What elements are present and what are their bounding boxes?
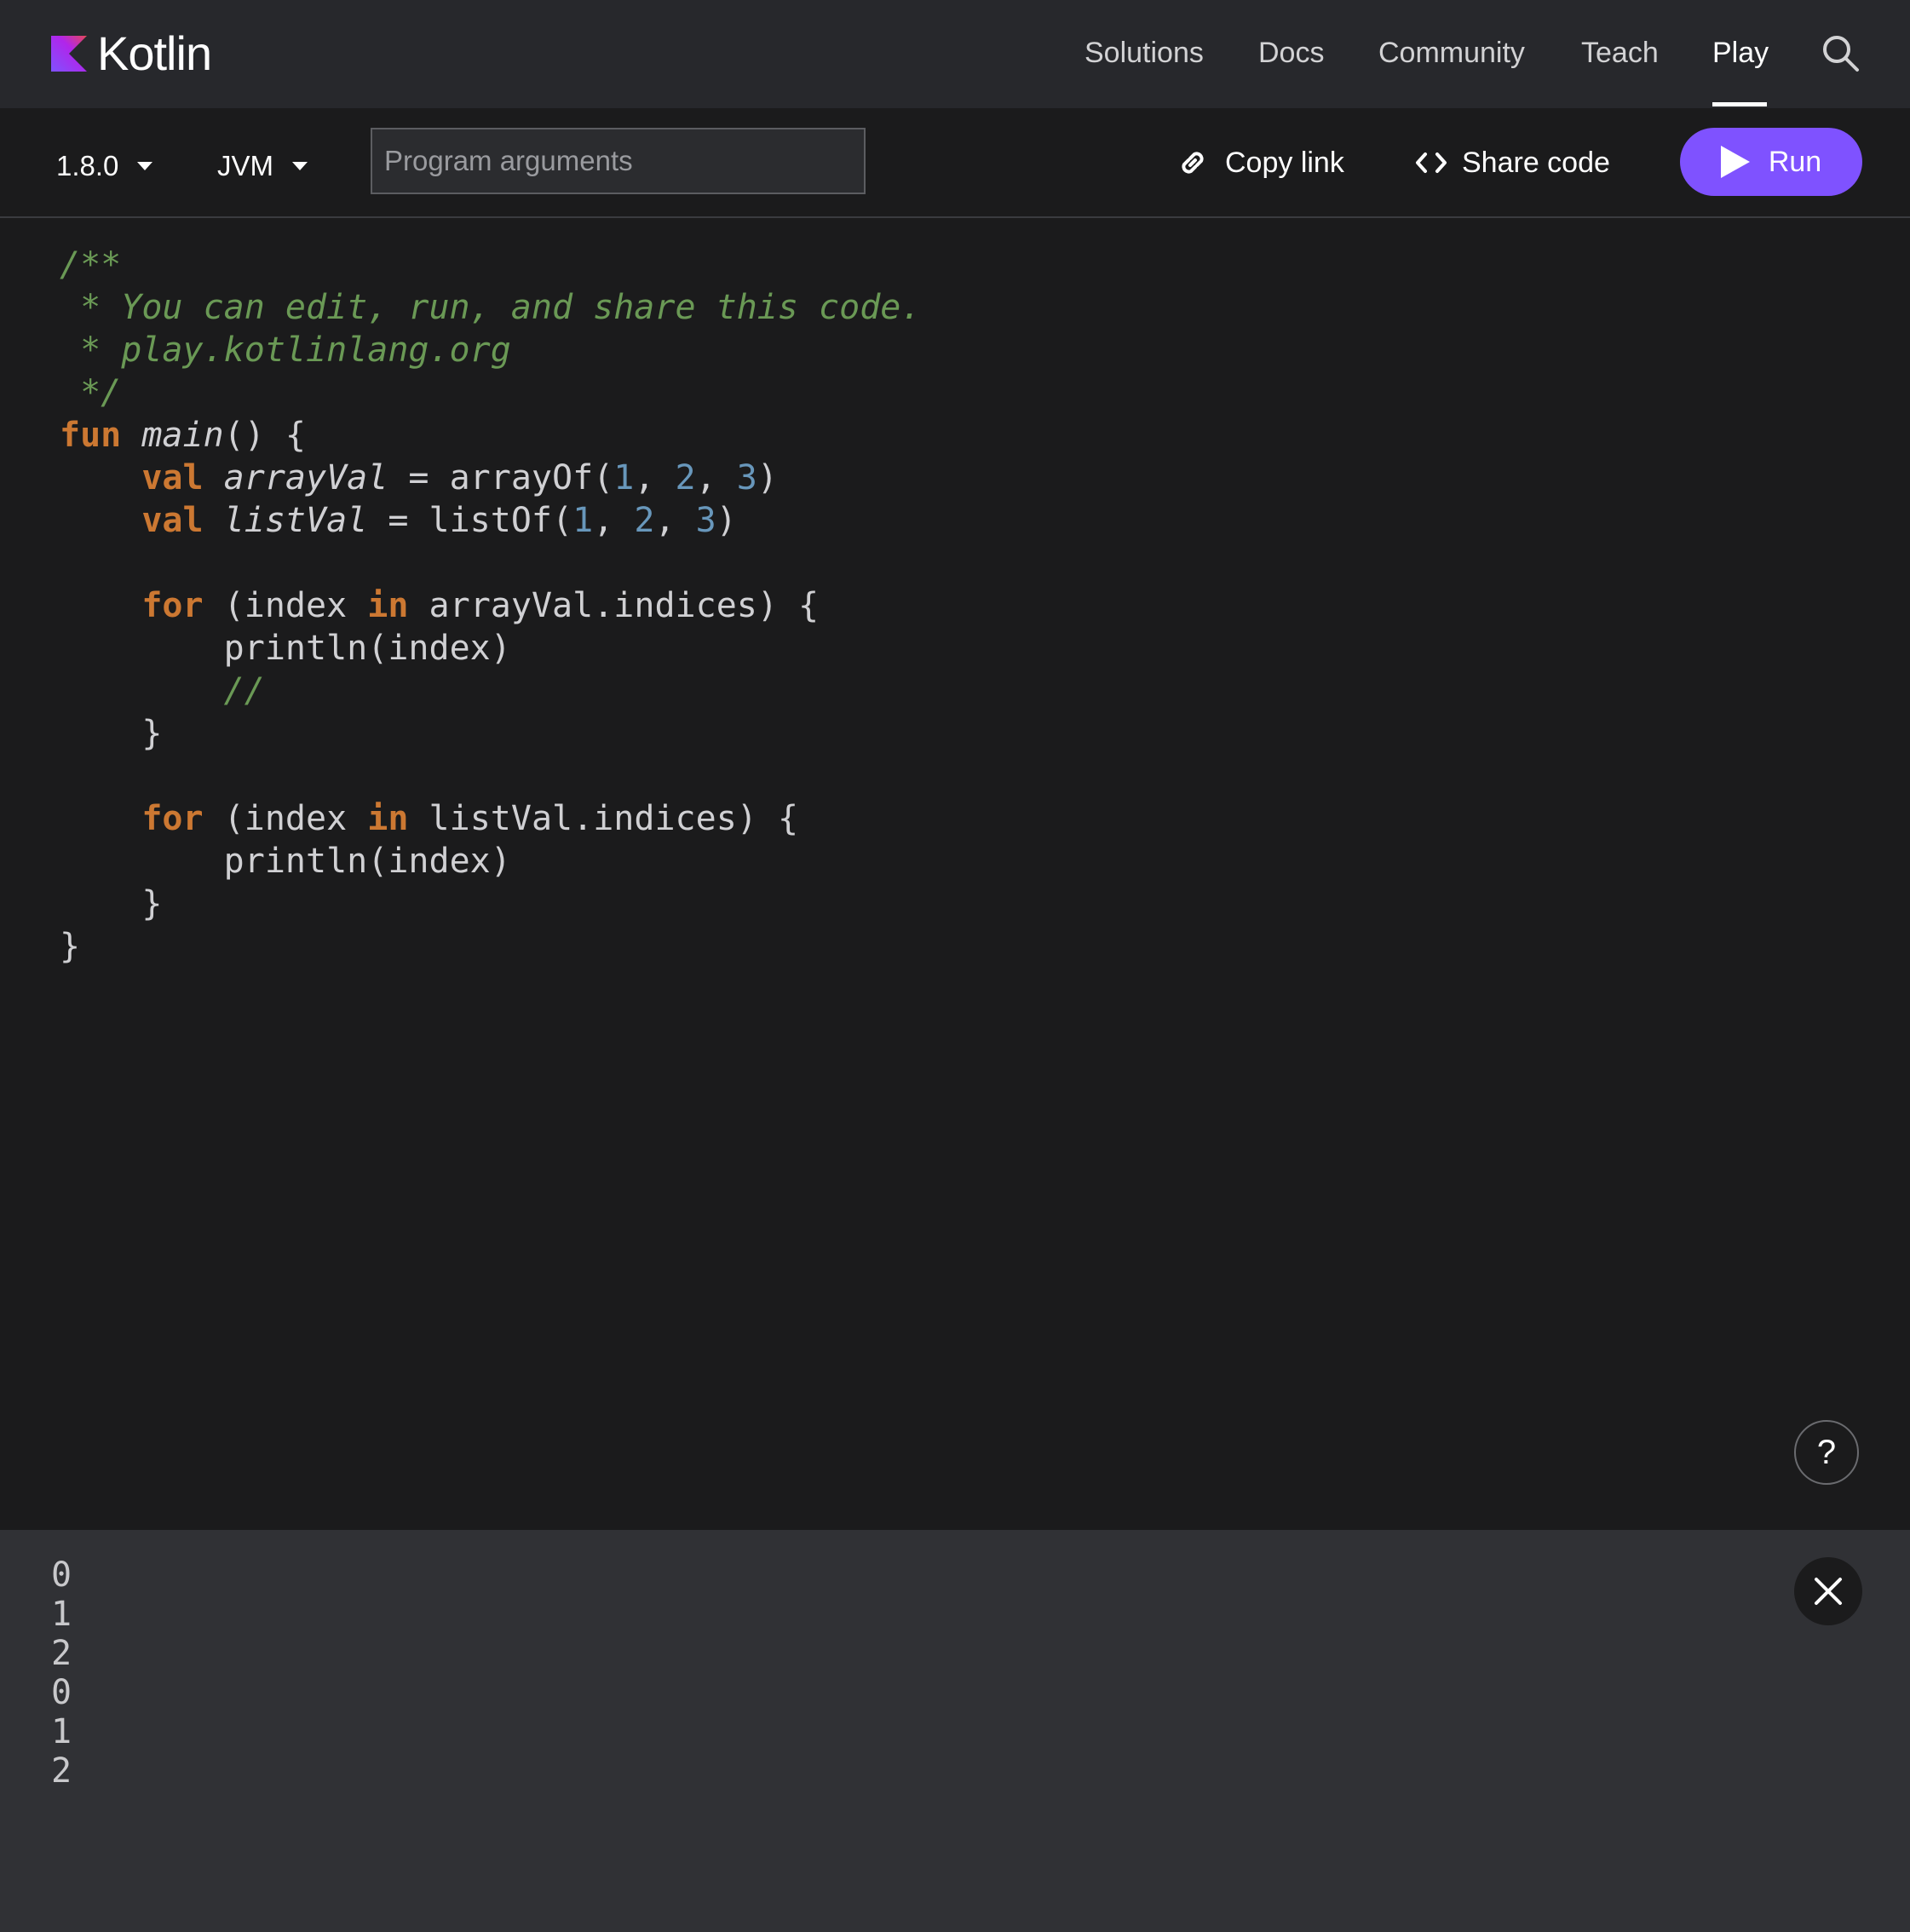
platform-value: JVM	[217, 150, 273, 181]
close-icon	[1815, 1578, 1842, 1605]
output-line: 2	[51, 1634, 72, 1673]
code-line[interactable]: val listVal = listOf(1, 2, 3)	[60, 501, 736, 540]
nav-play[interactable]: Play	[1712, 32, 1769, 73]
platform-select[interactable]: JVM	[217, 146, 308, 187]
output-line: 1	[51, 1595, 72, 1634]
code-line[interactable]: /**	[60, 245, 121, 285]
kotlin-logo[interactable]: Kotlin	[51, 26, 212, 80]
program-arguments-input[interactable]	[371, 128, 866, 194]
search-icon	[1823, 36, 1859, 72]
code-line[interactable]: for (index in listVal.indices) {	[60, 799, 798, 838]
share-code-label: Share code	[1462, 147, 1610, 179]
code-line[interactable]: val arrayVal = arrayOf(1, 2, 3)	[60, 458, 778, 497]
nav-community[interactable]: Community	[1378, 32, 1525, 73]
close-console-button[interactable]	[1794, 1557, 1862, 1625]
nav-teach[interactable]: Teach	[1581, 32, 1659, 73]
run-label: Run	[1768, 145, 1822, 178]
version-select[interactable]: 1.8.0	[56, 146, 153, 187]
share-code-button[interactable]: Share code	[1414, 142, 1610, 183]
copy-link-label: Copy link	[1225, 147, 1344, 179]
code-line[interactable]: }	[60, 884, 162, 923]
chevron-down-icon	[292, 162, 308, 170]
output-line: 0	[51, 1555, 72, 1595]
code-line[interactable]: }	[60, 714, 162, 753]
code-line[interactable]: for (index in arrayVal.indices) {	[60, 586, 819, 625]
output-line: 1	[51, 1712, 72, 1751]
copy-link-button[interactable]: Copy link	[1174, 142, 1344, 183]
chevron-down-icon	[137, 162, 153, 170]
editor-toolbar: 1.8.0 JVM Copy link Share code Run	[0, 108, 1910, 218]
code-line[interactable]: println(index)	[60, 842, 511, 881]
code-content[interactable]: /** * You can edit, run, and share this …	[60, 244, 921, 968]
link-icon	[1182, 152, 1204, 174]
nav-solutions[interactable]: Solutions	[1084, 32, 1204, 73]
output-line: 0	[51, 1673, 72, 1712]
code-line[interactable]: */	[60, 373, 121, 412]
nav-docs[interactable]: Docs	[1258, 32, 1324, 73]
output-line: 2	[51, 1751, 72, 1791]
top-header: Kotlin Solutions Docs Community Teach Pl…	[0, 0, 1910, 108]
code-line[interactable]: fun main() {	[60, 416, 306, 455]
code-editor[interactable]: /** * You can edit, run, and share this …	[0, 218, 1910, 1530]
code-line[interactable]: //	[60, 671, 265, 710]
version-value: 1.8.0	[56, 150, 119, 181]
kotlin-logo-icon	[51, 36, 87, 72]
help-icon: ?	[1816, 1433, 1837, 1471]
code-line[interactable]: }	[60, 927, 80, 966]
run-button[interactable]: Run	[1680, 128, 1862, 196]
console-output: 0 1 2 0 1 2	[51, 1555, 72, 1791]
code-brackets-icon	[1416, 152, 1447, 173]
search-button[interactable]	[1820, 32, 1862, 75]
output-console: 0 1 2 0 1 2	[0, 1530, 1910, 1932]
logo-text: Kotlin	[97, 26, 212, 80]
code-line[interactable]: println(index)	[60, 629, 511, 668]
help-button[interactable]: ?	[1794, 1420, 1859, 1485]
code-line[interactable]: * You can edit, run, and share this code…	[60, 288, 921, 327]
play-icon	[1720, 146, 1750, 178]
nav-active-indicator	[1712, 102, 1767, 106]
code-line[interactable]: * play.kotlinlang.org	[60, 331, 511, 370]
